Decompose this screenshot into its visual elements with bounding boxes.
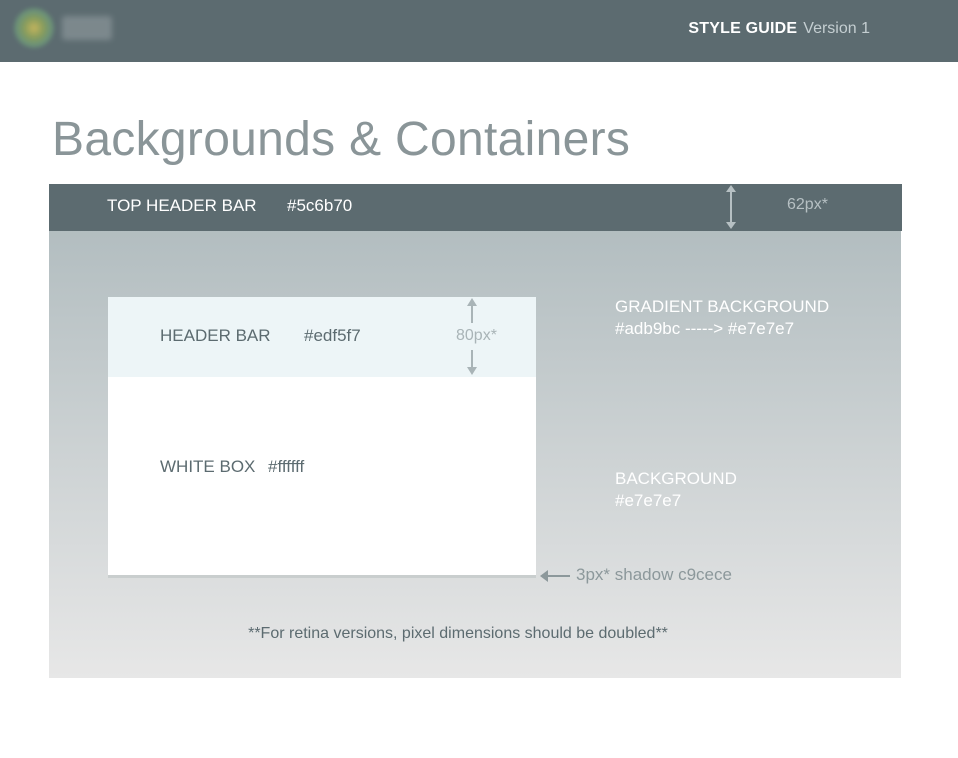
page-title: Backgrounds & Containers xyxy=(52,113,631,166)
gradient-background-value: #adb9bc -----> #e7e7e7 xyxy=(615,319,795,338)
background-label: BACKGROUND xyxy=(615,469,737,488)
white-box-label: WHITE BOX xyxy=(160,457,256,476)
version-label: Version 1 xyxy=(803,20,870,37)
background-value: #e7e7e7 xyxy=(615,491,682,510)
white-box-sample: HEADER BAR #edf5f7 80px* WHITE BOX #ffff… xyxy=(108,297,536,575)
header-bar-color: #edf5f7 xyxy=(304,326,361,345)
arrow-left-icon xyxy=(540,569,570,583)
top-header-bar-sample: TOP HEADER BAR #5c6b70 62px* xyxy=(49,184,902,231)
retina-footnote: **For retina versions, pixel dimensions … xyxy=(248,625,668,642)
height-arrow-icon xyxy=(466,350,478,377)
brand-logo-icon[interactable] xyxy=(14,8,54,48)
top-header-bar-label: TOP HEADER BAR xyxy=(107,196,257,215)
header-bar-sample: HEADER BAR #edf5f7 80px* xyxy=(108,297,536,377)
white-box-color: #ffffff xyxy=(268,457,305,476)
header-bar-height-label: 80px* xyxy=(456,327,497,344)
top-header-height-label: 62px* xyxy=(787,196,828,213)
height-arrow-icon xyxy=(725,184,737,231)
brand-logo-text xyxy=(62,16,112,40)
top-header-bar-color: #5c6b70 xyxy=(287,196,353,215)
height-arrow-icon xyxy=(466,297,478,323)
header-bar-label: HEADER BAR xyxy=(160,326,271,345)
gradient-background-label: GRADIENT BACKGROUND xyxy=(615,297,830,316)
top-nav-bar: STYLE GUIDE Version 1 xyxy=(0,0,958,62)
doc-title: STYLE GUIDE Version 1 xyxy=(688,20,870,38)
gradient-background-panel: TOP HEADER BAR #5c6b70 62px* HEADER BAR … xyxy=(49,184,902,678)
shadow-annotation: 3px* shadow c9cece xyxy=(540,565,732,585)
style-guide-title: STYLE GUIDE xyxy=(688,20,798,37)
shadow-label: 3px* shadow c9cece xyxy=(576,565,732,584)
